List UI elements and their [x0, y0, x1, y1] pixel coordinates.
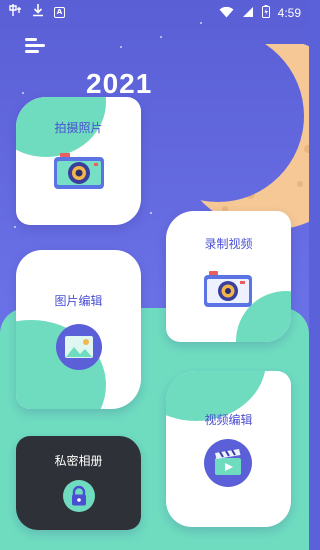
record-video-label: 录制视频	[204, 237, 253, 251]
battery-charging-icon	[261, 3, 270, 22]
wifi-icon	[219, 3, 234, 22]
private-album-card[interactable]: 私密相册	[16, 436, 141, 530]
take-photo-card[interactable]: 拍摄照片	[16, 97, 141, 225]
video-edit-label: 视频编辑	[204, 413, 253, 427]
video-edit-card[interactable]: 视频编辑	[166, 371, 291, 527]
star-decoration	[160, 36, 162, 38]
a-icon: A	[54, 6, 65, 18]
record-video-card[interactable]: 录制视频	[166, 211, 291, 342]
image-icon	[56, 324, 102, 370]
star-decoration	[14, 226, 16, 228]
photo-edit-card[interactable]: 图片编辑	[16, 250, 141, 409]
photo-edit-label: 图片编辑	[54, 294, 103, 308]
take-photo-label: 拍摄照片	[54, 121, 103, 135]
private-album-label: 私密相册	[54, 454, 103, 468]
clock: 4:59	[277, 5, 301, 20]
clapperboard-icon	[204, 439, 252, 487]
lock-icon	[63, 480, 95, 512]
signal-icon	[242, 3, 254, 22]
star-decoration	[22, 92, 24, 94]
status-bar: A 4:59	[0, 0, 309, 24]
hamburger-icon[interactable]	[25, 38, 45, 54]
notification-icon	[8, 3, 22, 21]
download-icon	[32, 3, 44, 21]
app-screen: A 4:59 2021 拍摄照片 录制视频 图片编辑 视频编辑 私密相册	[0, 0, 309, 550]
camera-icon	[54, 153, 104, 189]
video-camera-icon	[204, 271, 252, 307]
star-decoration	[120, 46, 122, 48]
